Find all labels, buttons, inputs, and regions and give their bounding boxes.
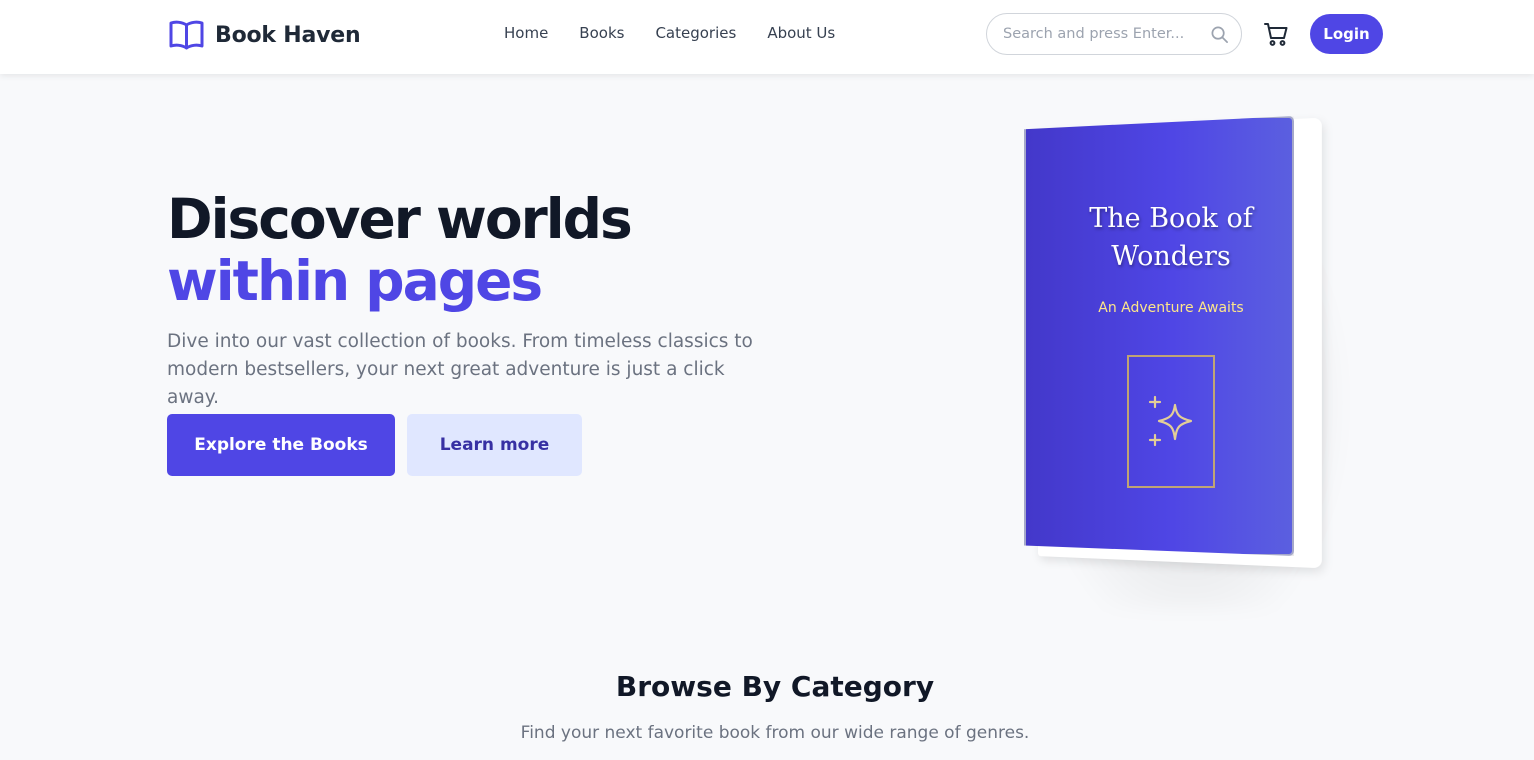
book-subtitle: An Adventure Awaits — [1098, 300, 1244, 316]
learn-more-button[interactable]: Learn more — [407, 414, 582, 476]
search-input[interactable] — [1003, 19, 1197, 49]
sparkles-icon — [1148, 395, 1193, 447]
nav-link-about-us[interactable]: About Us — [767, 24, 835, 42]
navbar: Book Haven Home Books Categories About U… — [0, 0, 1534, 74]
explore-books-button[interactable]: Explore the Books — [167, 414, 395, 476]
search-icon[interactable] — [1210, 25, 1229, 44]
nav-link-books[interactable]: Books — [579, 24, 624, 42]
section-subtitle: Find your next favorite book from our wi… — [520, 723, 1030, 743]
cart-button[interactable] — [1262, 20, 1290, 48]
login-button[interactable]: Login — [1310, 14, 1383, 54]
nav-link-home[interactable]: Home — [504, 24, 548, 42]
open-book-icon — [169, 20, 204, 50]
book-cover: The Book of Wonders An Adventure Awaits — [1024, 116, 1294, 556]
section-title: Browse By Category — [615, 670, 935, 703]
hero-title-line-2: within pages — [167, 249, 543, 313]
hero-title: Discover worlds within pages — [167, 187, 633, 313]
main-nav: Home Books Categories About Us — [504, 24, 866, 42]
brand-name: Book Haven — [215, 22, 361, 48]
search-box — [986, 13, 1242, 55]
book-illustration: The Book of Wonders An Adventure Awaits — [1010, 110, 1350, 610]
hero-title-line-1: Discover worlds — [167, 187, 633, 251]
hero-description: Dive into our vast collection of books. … — [167, 331, 753, 408]
nav-link-categories[interactable]: Categories — [655, 24, 736, 42]
book-title: The Book of Wonders — [1089, 203, 1253, 272]
book-emblem — [1127, 355, 1215, 488]
brand-logo[interactable]: Book Haven — [168, 18, 361, 52]
shopping-cart-icon — [1264, 23, 1288, 46]
